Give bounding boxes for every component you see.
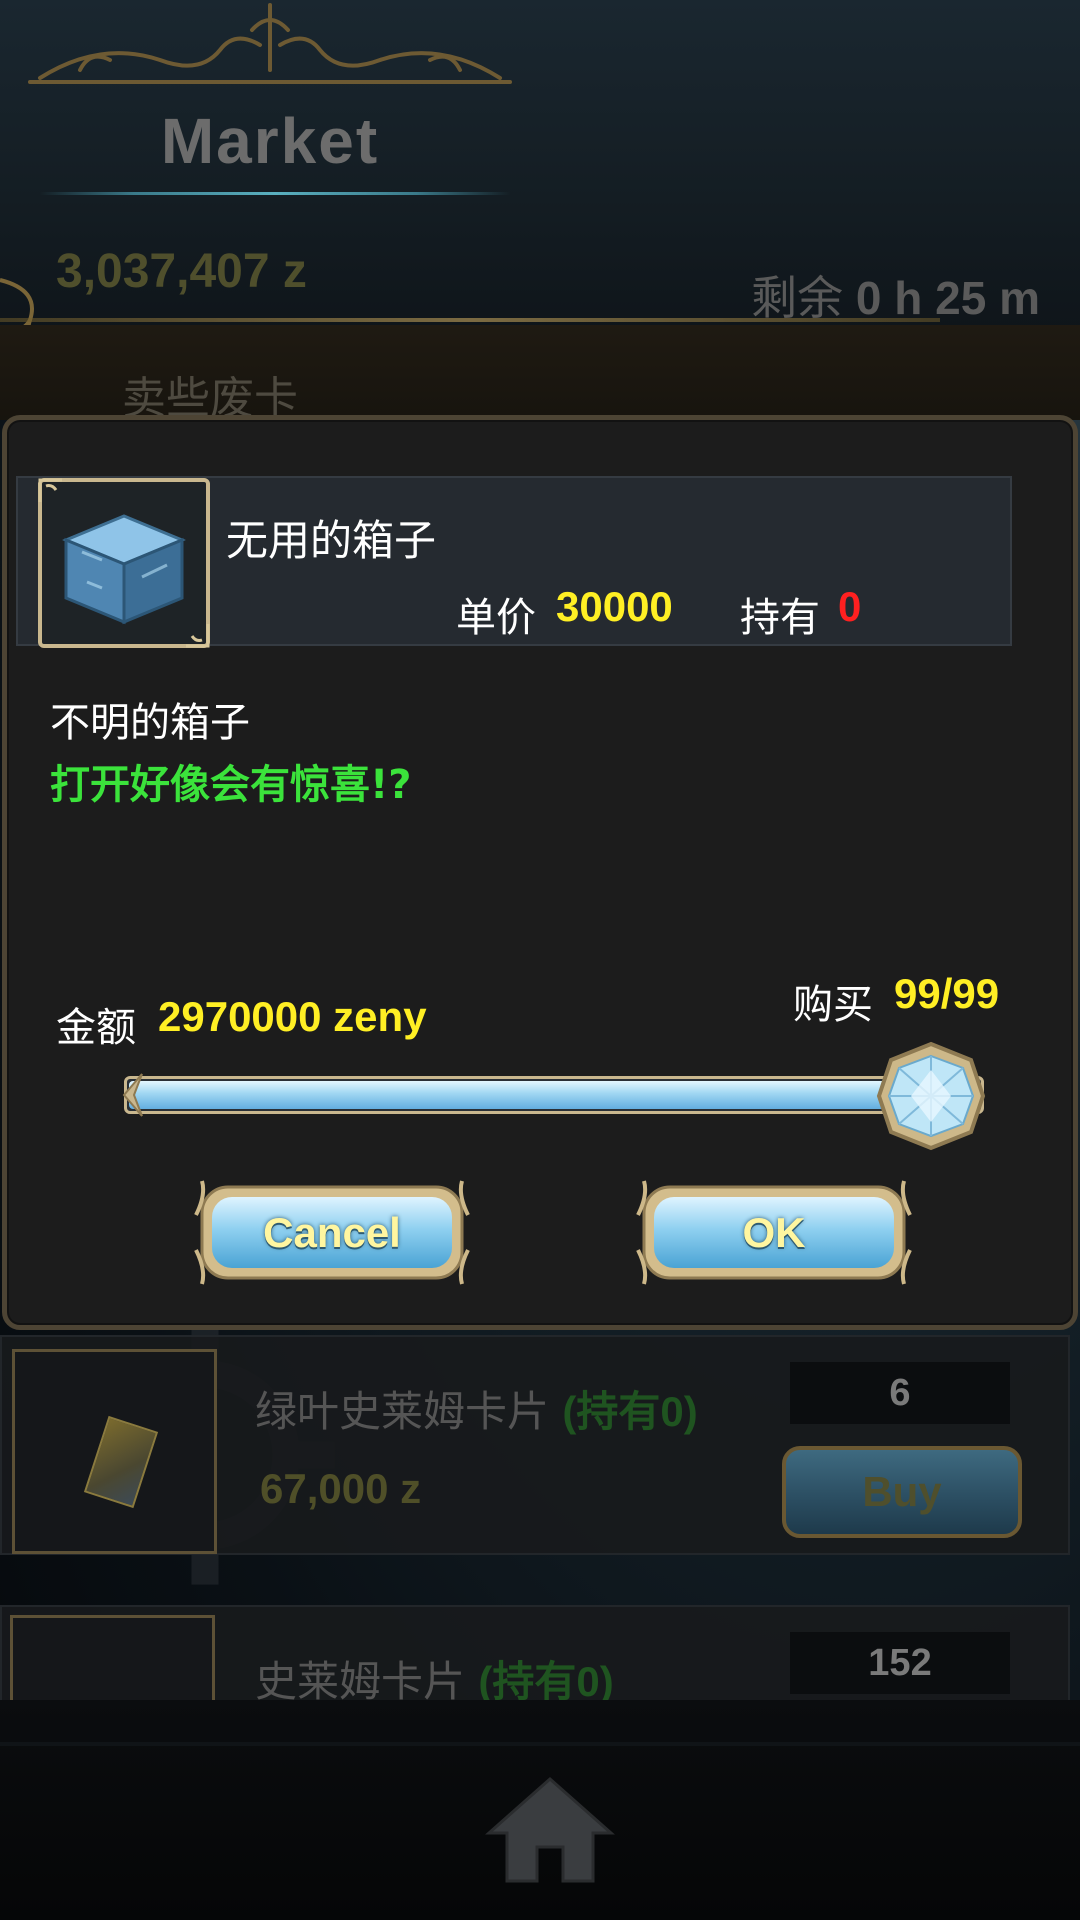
ok-button[interactable]: OK	[634, 1175, 914, 1290]
owned-label: 持有	[740, 595, 820, 641]
slider-end-cap-icon	[122, 1073, 143, 1117]
item-description-hint: 打开好像会有惊喜!?	[50, 762, 412, 808]
header-divider	[0, 318, 940, 322]
quantity-slider[interactable]	[124, 1076, 984, 1114]
total-amount-value: 2970000 zeny	[158, 993, 427, 1040]
unit-price-value: 30000	[556, 583, 673, 630]
cancel-button-label: Cancel	[263, 1208, 401, 1256]
bottom-divider	[0, 1742, 1080, 1746]
money-display: 3,037,407 z	[56, 245, 307, 298]
total-amount-label: 金额	[56, 1005, 136, 1051]
owned-value: 0	[838, 583, 862, 630]
card-thumbnail	[12, 1349, 217, 1554]
buy-quantity-value: 99/99	[894, 970, 1000, 1017]
item-name: 无用的箱子	[226, 516, 437, 565]
card-stock-count: 152	[790, 1632, 1010, 1694]
slider-handle-icon[interactable]	[875, 1040, 987, 1152]
box-icon	[62, 514, 186, 625]
buy-button[interactable]: Buy	[782, 1446, 1022, 1538]
home-icon[interactable]	[485, 1775, 615, 1885]
corner-ornament-icon	[38, 478, 62, 502]
item-description: 不明的箱子	[50, 700, 250, 746]
unit-price-label: 单价	[456, 595, 536, 641]
header-ornament-icon	[28, 3, 512, 84]
card-owned-count: (持有0)	[562, 1388, 698, 1435]
title-underline	[40, 192, 510, 195]
market-title: Market	[160, 105, 380, 177]
ok-button-label: OK	[742, 1208, 806, 1256]
corner-ornament-icon	[186, 624, 210, 648]
card-owned-count: (持有0)	[478, 1658, 614, 1705]
cancel-button[interactable]: Cancel	[192, 1175, 472, 1290]
buy-quantity-label: 购买	[793, 982, 873, 1028]
card-price: 67,000 z	[260, 1465, 422, 1512]
card-stock-count: 6	[790, 1362, 1010, 1424]
card-image-icon	[83, 1415, 159, 1509]
card-name: 绿叶史莱姆卡片 (持有0)	[255, 1378, 698, 1439]
card-name-text: 史莱姆卡片	[255, 1657, 466, 1706]
quantity-slider-fill	[129, 1081, 919, 1109]
time-remaining-label: 剩余	[751, 271, 844, 325]
item-thumbnail	[38, 478, 210, 648]
time-remaining-value: 0 h 25 m	[843, 272, 1040, 324]
card-name-text: 绿叶史莱姆卡片	[255, 1387, 550, 1436]
